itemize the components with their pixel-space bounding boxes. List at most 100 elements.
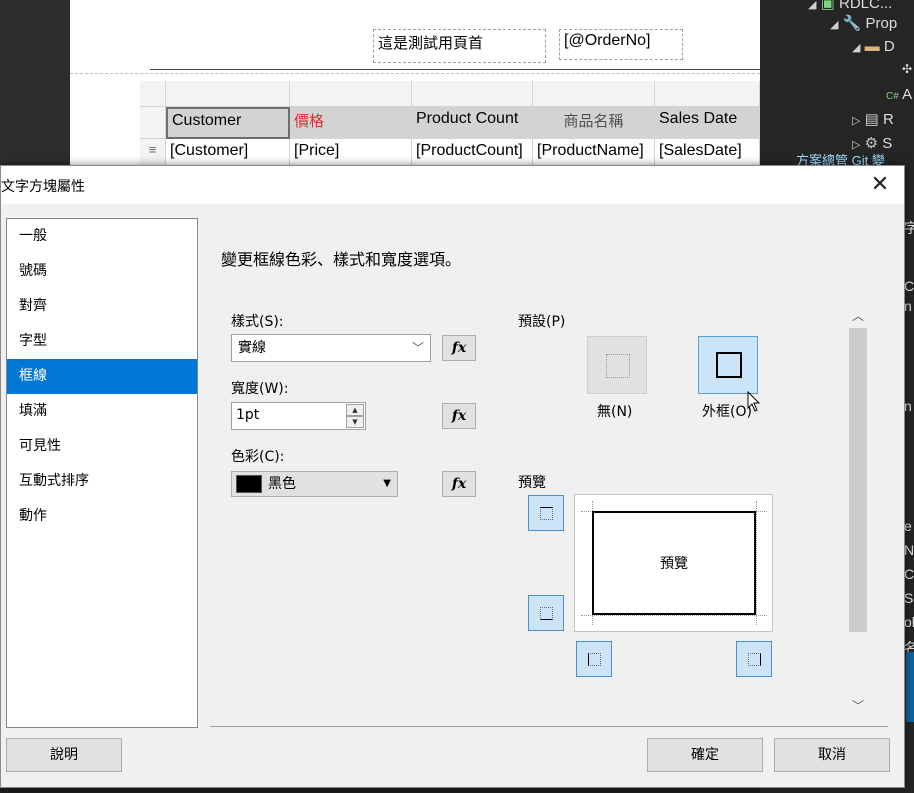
border-top-icon <box>540 507 553 520</box>
ide-left-margin <box>0 0 70 166</box>
column-handle[interactable] <box>655 81 760 107</box>
order-no-textbox[interactable]: [@OrderNo] <box>559 29 683 60</box>
outline-border-icon <box>716 352 742 378</box>
preview-guide-line <box>581 615 767 616</box>
dropdown-arrow-icon: ▼ <box>383 478 391 489</box>
color-dropdown[interactable]: 黑色 ▼ <box>231 471 398 497</box>
style-expression-button[interactable]: fx <box>442 335 476 361</box>
spinner-buttons: ▲ ▼ <box>346 404 364 428</box>
preset-outline-caption: 外框(O) <box>702 404 752 420</box>
data-cell-sales-date[interactable]: [SalesDate] <box>655 139 760 166</box>
preset-none-button[interactable] <box>587 336 647 394</box>
header-rule-line <box>150 69 760 70</box>
tree-item-folder[interactable]: ◢ ▬ D <box>852 38 895 55</box>
property-category-list[interactable]: 一般 號碼 對齊 字型 框線 填滿 可見性 互動式排序 動作 <box>6 218 198 728</box>
nav-item-action[interactable]: 動作 <box>7 499 197 534</box>
header-cell-sales-date[interactable]: Sales Date <box>655 107 760 139</box>
table-corner-handle[interactable] <box>140 81 166 107</box>
data-cell-customer[interactable]: [Customer] <box>166 139 290 166</box>
footer-divider <box>210 726 888 727</box>
width-expression-button[interactable]: fx <box>442 403 476 429</box>
chevron-down-icon: ﹀ <box>411 341 424 355</box>
spin-up-button[interactable]: ▲ <box>346 404 364 416</box>
header-cell-product-count[interactable]: Product Count <box>412 107 533 139</box>
color-expression-button[interactable]: fx <box>442 471 476 497</box>
reference-icon: ✣ <box>902 62 913 76</box>
style-label: 樣式(S): <box>231 314 284 330</box>
nav-item-number[interactable]: 號碼 <box>7 254 197 289</box>
nav-item-border[interactable]: 框線 <box>7 359 197 394</box>
detail-row-handle[interactable]: ≡ <box>140 139 166 166</box>
ok-button[interactable]: 確定 <box>647 738 763 772</box>
bottom-border-toggle[interactable] <box>528 595 564 631</box>
width-spinner[interactable]: 1pt ▲ ▼ <box>231 402 366 430</box>
right-border-toggle[interactable] <box>736 641 772 677</box>
function-icon: fx <box>451 476 467 492</box>
expand-arrow-icon[interactable]: ▷ <box>852 115 860 127</box>
row-handle[interactable] <box>140 107 166 139</box>
nav-item-alignment[interactable]: 對齊 <box>7 289 197 324</box>
border-page-heading: 變更框線色彩、樣式和寬度選項。 <box>221 250 462 269</box>
scroll-up-arrow-icon[interactable]: ︿ <box>846 306 870 326</box>
column-handle[interactable] <box>533 81 655 107</box>
folder-icon: ▬ <box>864 38 880 55</box>
references-icon: ▤ <box>864 111 879 128</box>
border-right-icon <box>748 653 761 666</box>
header-textbox[interactable]: 這是測試用頁首 <box>373 29 546 63</box>
nav-item-visibility[interactable]: 可見性 <box>7 429 197 464</box>
tree-item-references[interactable]: ▷ ▤ R <box>852 110 894 128</box>
border-preview-area[interactable]: 預覽 <box>574 494 773 632</box>
tree-item-properties[interactable]: ◢ 🔧 Prop <box>830 14 897 32</box>
border-bottom-icon <box>540 607 553 620</box>
preview-label: 預覽 <box>518 475 546 491</box>
color-label: 色彩(C): <box>231 449 285 465</box>
style-value: 實線 <box>238 340 266 356</box>
collapse-arrow-icon[interactable]: ◢ <box>808 0 816 11</box>
collapse-arrow-icon[interactable]: ◢ <box>830 19 838 31</box>
border-left-icon <box>588 653 601 666</box>
header-cell-customer[interactable]: Customer <box>166 107 290 139</box>
style-dropdown[interactable]: 實線 ﹀ <box>231 334 431 362</box>
preview-border-rectangle: 預覽 <box>592 511 756 615</box>
data-cell-product-name[interactable]: [ProductName] <box>533 139 655 166</box>
textbox-properties-dialog[interactable]: 文字方塊屬性 ✕ 一般 號碼 對齊 字型 框線 填滿 可見性 互動式排序 動作 … <box>0 165 905 788</box>
report-table[interactable]: Customer 價格 Product Count 商品名稱 Sales Dat… <box>140 81 760 166</box>
cancel-button[interactable]: 取消 <box>774 738 890 772</box>
nav-item-fill[interactable]: 填滿 <box>7 394 197 429</box>
nav-item-font[interactable]: 字型 <box>7 324 197 359</box>
column-handle[interactable] <box>412 81 533 107</box>
scroll-down-arrow-icon[interactable]: ﹀ <box>846 696 870 716</box>
data-cell-price[interactable]: [Price] <box>290 139 412 166</box>
tree-item-solution[interactable]: ◢ ▣ RDLC... <box>808 0 892 12</box>
dialog-titlebar[interactable]: 文字方塊屬性 ✕ <box>1 166 904 204</box>
top-border-toggle[interactable] <box>528 495 564 531</box>
column-handle[interactable] <box>290 81 412 107</box>
left-border-toggle[interactable] <box>576 641 612 677</box>
content-scrollbar[interactable]: ︿ ﹀ <box>846 306 870 718</box>
tree-item-assembly[interactable]: C# A <box>886 86 912 103</box>
help-button[interactable]: 說明 <box>6 738 122 772</box>
close-button[interactable]: ✕ <box>864 170 896 200</box>
data-cell-product-count[interactable]: [ProductCount] <box>412 139 533 166</box>
color-swatch <box>236 475 262 493</box>
edge-text: n <box>904 298 912 314</box>
scrollbar-thumb[interactable] <box>849 328 867 632</box>
header-cell-product-name[interactable]: 商品名稱 <box>533 107 655 139</box>
no-border-icon <box>606 354 630 378</box>
edge-text: C <box>904 278 914 294</box>
column-handle[interactable] <box>166 81 290 107</box>
nav-item-general[interactable]: 一般 <box>7 219 197 254</box>
wrench-icon: 🔧 <box>842 15 862 32</box>
preset-none-caption: 無(N) <box>597 404 633 420</box>
close-icon: ✕ <box>870 172 890 197</box>
edge-text: N <box>904 542 914 558</box>
collapse-arrow-icon[interactable]: ◢ <box>852 42 860 54</box>
edge-text: ol <box>904 614 914 630</box>
spin-down-button[interactable]: ▼ <box>346 416 364 428</box>
function-icon: fx <box>451 340 467 356</box>
width-value: 1pt <box>236 407 260 423</box>
header-cell-price[interactable]: 價格 <box>290 107 412 139</box>
selection-highlight <box>906 652 914 722</box>
nav-item-interactive-sort[interactable]: 互動式排序 <box>7 464 197 499</box>
preset-outline-button[interactable] <box>698 336 758 394</box>
